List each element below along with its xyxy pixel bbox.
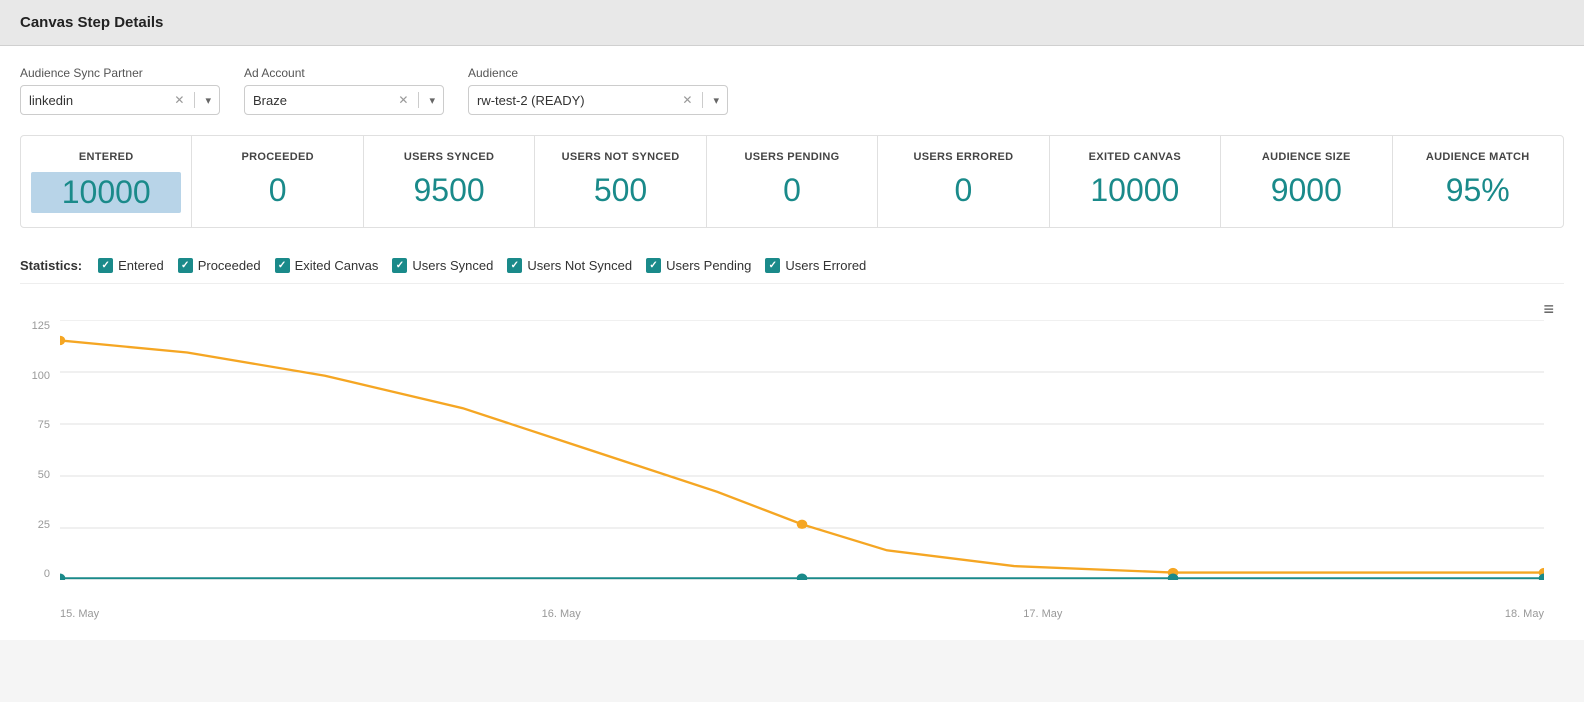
filters-row: Audience Sync Partner linkedin ✕ ▾ Ad Ac… [20, 66, 1564, 115]
stat-item[interactable]: Entered [98, 258, 164, 273]
metric-cell-entered: ENTERED 10000 [21, 136, 192, 227]
y-axis-label: 75 [20, 419, 55, 431]
ad-account-select[interactable]: Braze ✕ ▾ [244, 85, 444, 115]
divider [418, 92, 419, 108]
x-axis-label: 18. May [1505, 608, 1544, 620]
metric-value: 10000 [1060, 172, 1210, 209]
stat-item[interactable]: Users Pending [646, 258, 751, 273]
stat-label: Users Not Synced [527, 258, 632, 273]
x-axis-label: 16. May [542, 608, 581, 620]
stat-item[interactable]: Users Not Synced [507, 258, 632, 273]
stat-label: Proceeded [198, 258, 261, 273]
ad-account-arrow-icon[interactable]: ▾ [429, 94, 435, 107]
audience-select[interactable]: rw-test-2 (READY) ✕ ▾ [468, 85, 728, 115]
statistics-label: Statistics: [20, 258, 82, 273]
audience-sync-partner-label: Audience Sync Partner [20, 66, 220, 80]
stat-label: Entered [118, 258, 164, 273]
audience-sync-partner-filter: Audience Sync Partner linkedin ✕ ▾ [20, 66, 220, 115]
stat-checkbox[interactable] [646, 258, 661, 273]
page-title: Canvas Step Details [20, 14, 1564, 31]
stat-checkbox[interactable] [178, 258, 193, 273]
chart-container: ≡ 0 25 50 75 100 125 [20, 300, 1564, 620]
statistics-row: Statistics: Entered Proceeded Exited Canva… [20, 248, 1564, 284]
main-content: Audience Sync Partner linkedin ✕ ▾ Ad Ac… [0, 46, 1584, 640]
stat-checkbox[interactable] [507, 258, 522, 273]
y-axis-label: 50 [20, 469, 55, 481]
metric-label: EXITED CANVAS [1060, 150, 1210, 164]
audience-arrow-icon[interactable]: ▾ [713, 94, 719, 107]
metric-cell-exited-canvas: EXITED CANVAS 10000 [1050, 136, 1221, 227]
stat-checkbox[interactable] [392, 258, 407, 273]
metric-value: 0 [888, 172, 1038, 209]
metric-value: 500 [545, 172, 695, 209]
ad-account-value: Braze [253, 93, 392, 108]
x-axis-label: 17. May [1023, 608, 1062, 620]
y-axis-label: 100 [20, 370, 55, 382]
metric-value: 95% [1403, 172, 1553, 209]
metric-label: USERS NOT SYNCED [545, 150, 695, 164]
metric-label: AUDIENCE MATCH [1403, 150, 1553, 164]
audience-filter: Audience rw-test-2 (READY) ✕ ▾ [468, 66, 728, 115]
audience-sync-partner-arrow-icon[interactable]: ▾ [205, 94, 211, 107]
metric-label: USERS PENDING [717, 150, 867, 164]
ad-account-label: Ad Account [244, 66, 444, 80]
stat-item[interactable]: Users Synced [392, 258, 493, 273]
metrics-row: ENTERED10000PROCEEDED0USERS SYNCED9500US… [20, 135, 1564, 228]
metric-value: 9000 [1231, 172, 1381, 209]
stat-item[interactable]: Proceeded [178, 258, 261, 273]
stat-label: Users Pending [666, 258, 751, 273]
audience-sync-partner-clear-icon[interactable]: ✕ [174, 93, 184, 107]
stat-item[interactable]: Exited Canvas [275, 258, 379, 273]
audience-sync-partner-select[interactable]: linkedin ✕ ▾ [20, 85, 220, 115]
metric-cell-users-pending: USERS PENDING 0 [707, 136, 878, 227]
metric-value: 0 [202, 172, 352, 209]
top-bar: Canvas Step Details [0, 0, 1584, 46]
metric-label: USERS SYNCED [374, 150, 524, 164]
stat-label: Users Synced [412, 258, 493, 273]
y-axis-label: 125 [20, 320, 55, 332]
divider [702, 92, 703, 108]
chart-menu-icon[interactable]: ≡ [1543, 300, 1554, 318]
stat-checkbox[interactable] [98, 258, 113, 273]
metric-cell-users-errored: USERS ERRORED 0 [878, 136, 1049, 227]
metric-label: AUDIENCE SIZE [1231, 150, 1381, 164]
metric-value: 10000 [31, 172, 181, 213]
metric-cell-proceeded: PROCEEDED 0 [192, 136, 363, 227]
audience-label: Audience [468, 66, 728, 80]
metric-cell-users-synced: USERS SYNCED 9500 [364, 136, 535, 227]
stat-label: Users Errored [785, 258, 866, 273]
metric-cell-audience-size: AUDIENCE SIZE 9000 [1221, 136, 1392, 227]
stat-item[interactable]: Users Errored [765, 258, 866, 273]
stat-checkbox[interactable] [275, 258, 290, 273]
x-axis-label: 15. May [60, 608, 99, 620]
audience-clear-icon[interactable]: ✕ [682, 93, 692, 107]
audience-sync-partner-value: linkedin [29, 93, 168, 108]
ad-account-clear-icon[interactable]: ✕ [398, 93, 408, 107]
y-axis-label: 0 [20, 568, 55, 580]
metric-cell-users-not-synced: USERS NOT SYNCED 500 [535, 136, 706, 227]
audience-value: rw-test-2 (READY) [477, 93, 676, 108]
x-axis: 15. May 16. May 17. May 18. May [60, 608, 1544, 620]
chart-area [60, 320, 1544, 580]
ad-account-filter: Ad Account Braze ✕ ▾ [244, 66, 444, 115]
metric-label: USERS ERRORED [888, 150, 1038, 164]
metric-label: PROCEEDED [202, 150, 352, 164]
y-axis-label: 25 [20, 519, 55, 531]
metric-label: ENTERED [31, 150, 181, 164]
y-axis: 0 25 50 75 100 125 [20, 320, 55, 580]
metric-cell-audience-match: AUDIENCE MATCH 95% [1393, 136, 1563, 227]
metric-value: 9500 [374, 172, 524, 209]
stat-checkbox[interactable] [765, 258, 780, 273]
divider [194, 92, 195, 108]
metric-value: 0 [717, 172, 867, 209]
stat-label: Exited Canvas [295, 258, 379, 273]
